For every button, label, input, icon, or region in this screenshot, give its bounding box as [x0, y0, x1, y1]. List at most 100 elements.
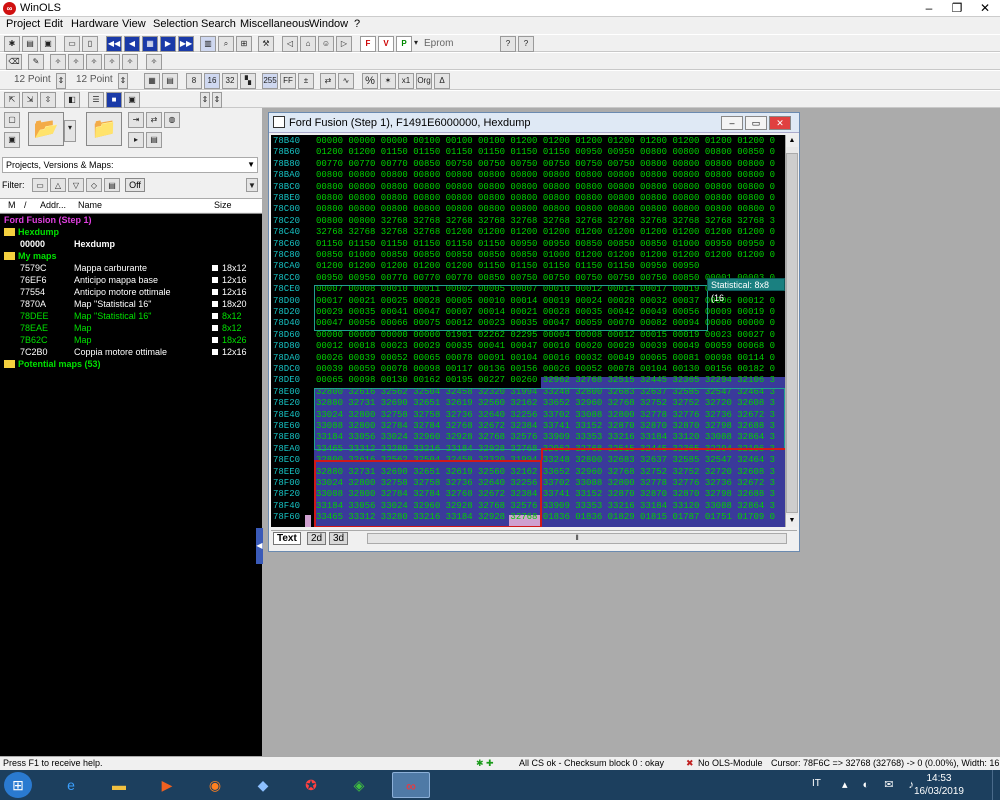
winols-task-icon[interactable]: ∞ — [392, 772, 430, 798]
tool-4-icon[interactable]: ▤ — [146, 132, 162, 148]
print-icon[interactable]: ▤ — [22, 36, 38, 52]
save-icon[interactable]: ▣ — [40, 36, 56, 52]
bits-16-icon[interactable]: 16 — [204, 73, 220, 89]
scroll-up-icon[interactable]: ▲ — [786, 135, 798, 147]
bits-8-icon[interactable]: 8 — [186, 73, 202, 89]
v-icon[interactable]: V — [378, 36, 394, 52]
last-icon[interactable]: ▶▶ — [178, 36, 194, 52]
map-item[interactable]: 78DEE Map "Statistical 16" 8x12 — [0, 310, 262, 322]
dropdown-icon[interactable]: ▾ — [411, 36, 421, 52]
hex-row-values[interactable]: 00800 00800 00800 00800 00800 00800 0080… — [316, 193, 775, 205]
tool-e-icon[interactable]: ✧ — [122, 54, 138, 70]
spin-d-icon[interactable]: ⇕ — [212, 92, 222, 108]
menu-selection[interactable]: Selection — [151, 18, 200, 30]
menu-view[interactable]: View — [120, 18, 148, 30]
minimize-button[interactable]: – — [915, 0, 943, 17]
menu-hardware[interactable]: Hardware — [69, 18, 121, 30]
font-size-b[interactable]: 12 Point — [76, 74, 113, 85]
tool-c-icon[interactable]: ✧ — [86, 54, 102, 70]
map-item[interactable]: 7B62C Map 18x26 — [0, 334, 262, 346]
star-icon[interactable]: ✶ — [380, 73, 396, 89]
firefox-icon[interactable]: ◉ — [196, 772, 234, 798]
people-icon[interactable]: ☺ — [318, 36, 334, 52]
map-item[interactable]: 77554 Anticipo motore ottimale 12x16 — [0, 286, 262, 298]
filter-d-icon[interactable]: ◇ — [86, 178, 102, 192]
tab-text[interactable]: Text — [273, 532, 301, 545]
filter-off-button[interactable]: Off — [125, 178, 145, 192]
close-button[interactable]: ✕ — [971, 0, 999, 17]
hex-row-values[interactable]: 32768 32768 32768 32768 01200 01200 0120… — [316, 227, 775, 239]
back-icon[interactable]: ◁ — [282, 36, 298, 52]
collapse-panel-button[interactable]: ◀ — [256, 528, 263, 564]
messenger-icon[interactable]: ◆ — [244, 772, 282, 798]
forward-icon[interactable]: ▷ — [336, 36, 352, 52]
col-sort[interactable]: / — [24, 199, 27, 212]
first-icon[interactable]: ◀◀ — [106, 36, 122, 52]
new-icon[interactable]: ▢ — [4, 112, 20, 128]
f-icon[interactable]: F — [360, 36, 376, 52]
hex-row-values[interactable]: 00850 01000 00850 00850 00850 00850 0085… — [316, 250, 775, 262]
hex-row-values[interactable]: 00065 00098 00130 00162 00195 00227 0026… — [316, 375, 775, 387]
hex-maximize-button[interactable]: ▭ — [745, 116, 767, 130]
table-icon[interactable]: ▥ — [200, 36, 216, 52]
tray-icons[interactable]: ▴ ◐ ✉ ♪ — [842, 778, 920, 791]
color-block-icon[interactable]: ■ — [106, 92, 122, 108]
hex-row-values[interactable]: 00000 00000 00000 00000 01901 02262 0229… — [316, 330, 775, 342]
hex-row-values[interactable]: 01200 01200 01150 01150 01150 01150 0115… — [316, 147, 775, 159]
zoom-icon[interactable]: ⊞ — [236, 36, 252, 52]
tool-a-icon[interactable]: ✧ — [50, 54, 66, 70]
open-dropdown-icon[interactable]: ▾ — [64, 120, 76, 142]
context-help-icon[interactable]: ? — [518, 36, 534, 52]
grid-icon[interactable]: ▦ — [142, 36, 158, 52]
save-disk-icon[interactable]: ▣ — [4, 132, 20, 148]
security-app-icon[interactable]: ✪ — [292, 772, 330, 798]
tool-b-icon[interactable]: ✧ — [68, 54, 84, 70]
bits-float-icon[interactable]: ▚ — [240, 73, 256, 89]
help-icon[interactable]: ? — [500, 36, 516, 52]
spin-b-icon[interactable]: ⇕ — [118, 73, 128, 89]
cursor-c-icon[interactable]: ⇳ — [40, 92, 56, 108]
hexdump-item[interactable]: 00000 Hexdump — [0, 238, 262, 250]
dec-255-button[interactable]: 255 — [262, 73, 278, 89]
bits-32-icon[interactable]: 32 — [222, 73, 238, 89]
projects-combo[interactable]: Projects, Versions & Maps: ▼ — [2, 157, 258, 173]
cursor-a-icon[interactable]: ⇱ — [4, 92, 20, 108]
internet-explorer-icon[interactable]: e — [52, 772, 90, 798]
tool-2-icon[interactable]: ⇄ — [146, 112, 162, 128]
lohi-icon[interactable]: ⇄ — [320, 73, 336, 89]
search-page-icon[interactable]: ⌕ — [218, 36, 234, 52]
filter-dropdown-icon[interactable]: ▼ — [246, 178, 258, 192]
project-item[interactable]: Ford Fusion (Step 1) — [0, 214, 262, 226]
col-size[interactable]: Size — [214, 199, 232, 212]
percent-button[interactable]: % — [362, 73, 378, 89]
cleaner-app-icon[interactable]: ◈ — [340, 772, 378, 798]
next-icon[interactable]: ▶ — [160, 36, 176, 52]
map-item[interactable]: 7579C Mappa carburante 18x12 — [0, 262, 262, 274]
menu-help[interactable]: ? — [352, 18, 362, 30]
tools-icon[interactable]: ⚒ — [258, 36, 274, 52]
hex-ff-button[interactable]: FF — [280, 73, 296, 89]
tab-3d[interactable]: 3d — [329, 532, 349, 545]
cursor-b-icon[interactable]: ⇲ — [22, 92, 38, 108]
wand-icon[interactable]: ✱ — [4, 36, 20, 52]
hex-row-values[interactable]: 00039 00059 00078 00098 00117 00136 0015… — [316, 364, 775, 376]
font-size-a[interactable]: 12 Point — [14, 74, 51, 85]
window-icon[interactable]: ▭ — [64, 36, 80, 52]
folder-potential-maps[interactable]: Potential maps (53) — [0, 358, 262, 370]
hex-minimize-button[interactable]: – — [721, 116, 743, 130]
import-folder-icon[interactable]: 📁 — [86, 112, 122, 146]
scroll-down-icon[interactable]: ▼ — [786, 515, 798, 527]
maximize-button[interactable]: ❐ — [943, 0, 971, 17]
map-item[interactable]: 7C2B0 Coppia motore ottimale 12x16 — [0, 346, 262, 358]
media-player-icon[interactable]: ▶ — [148, 772, 186, 798]
tool-d-icon[interactable]: ✧ — [104, 54, 120, 70]
wave-icon[interactable]: ∿ — [338, 73, 354, 89]
globe-icon[interactable]: ◍ — [164, 112, 180, 128]
folder-my-maps[interactable]: My maps — [0, 250, 262, 262]
menu-project[interactable]: Project — [4, 18, 42, 30]
hex-row-values[interactable]: 00012 00018 00023 00029 00035 00041 0004… — [316, 341, 775, 353]
hex-row-values[interactable]: 00800 00800 32768 32768 32768 32768 3276… — [316, 216, 775, 228]
folder-hexdump[interactable]: Hexdump — [0, 226, 262, 238]
hex-grid[interactable]: 78B40 00000 00000 00000 00100 00100 00100… — [271, 135, 785, 527]
hex-row-values[interactable]: 00000 00000 00000 00100 00100 00100 0120… — [316, 136, 775, 148]
